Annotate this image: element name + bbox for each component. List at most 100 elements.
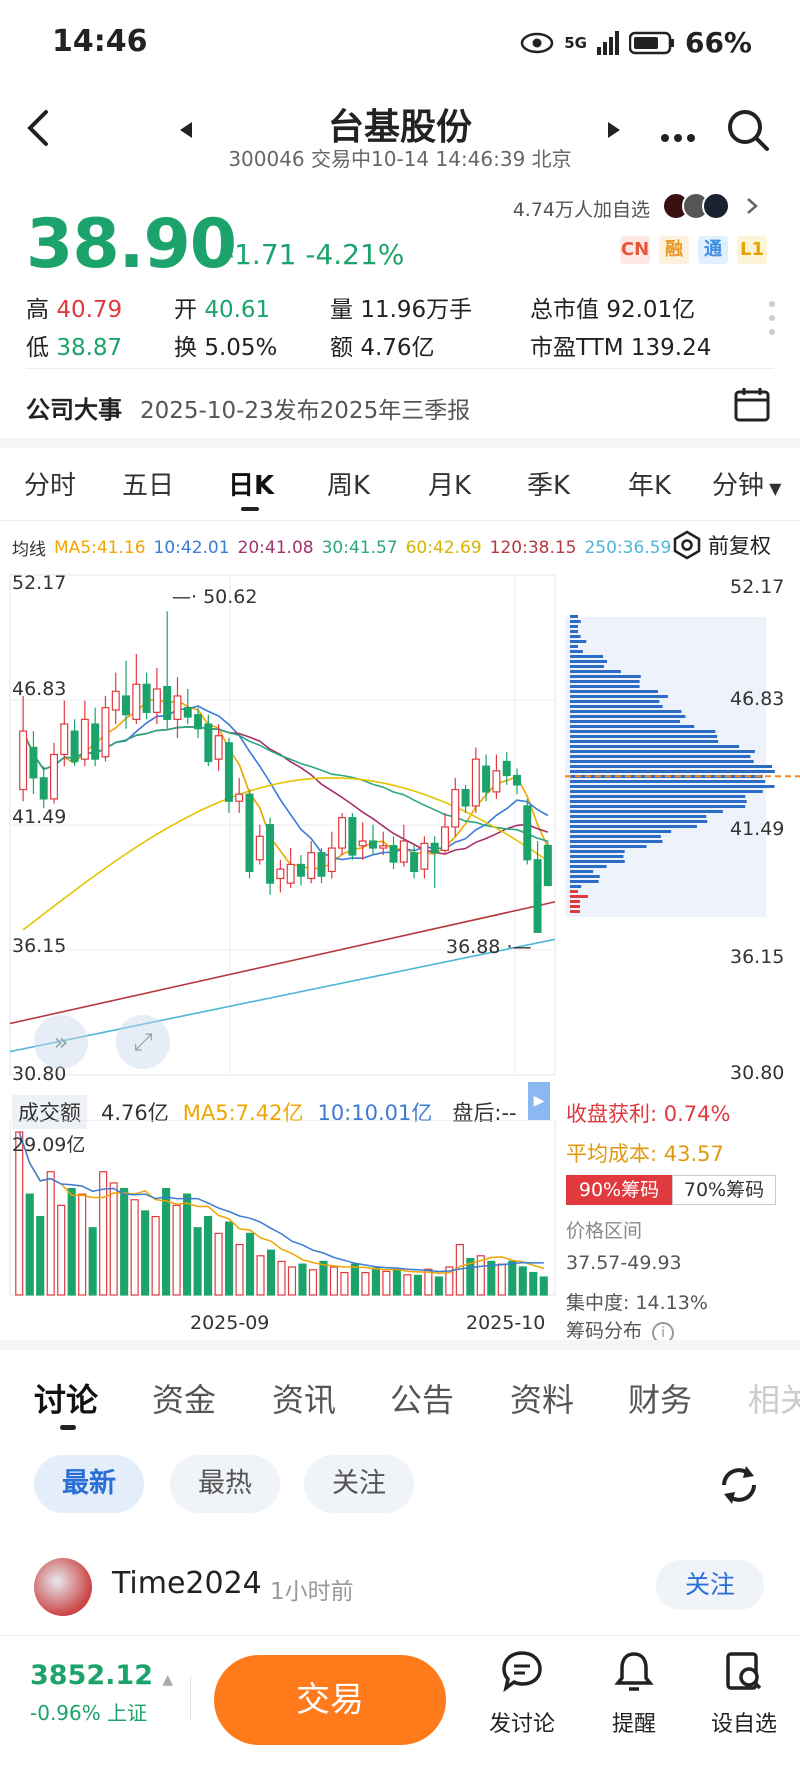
price-axis-right-4: 30.80: [730, 1062, 785, 1084]
chip-bar: [570, 895, 588, 898]
filter-follow[interactable]: 关注: [304, 1455, 414, 1513]
ma5-value: MA5:41.16: [54, 537, 146, 558]
candle-body: [338, 817, 347, 849]
eye-icon: [520, 32, 554, 53]
badge-connect[interactable]: 通: [698, 236, 728, 264]
refresh-button[interactable]: [716, 1462, 762, 1512]
search-button[interactable]: [726, 108, 770, 156]
candle-body: [19, 730, 28, 791]
chip-cost: 平均成本: 43.57: [566, 1138, 724, 1168]
chip-bar: [570, 810, 723, 813]
volume-value: 11.96万手: [360, 297, 473, 323]
battery-icon: [628, 31, 674, 54]
tab-related[interactable]: 相关: [748, 1375, 800, 1421]
filter-hot[interactable]: 最热: [170, 1455, 280, 1513]
volume-bar: [109, 1182, 118, 1296]
badge-cn[interactable]: CN: [620, 236, 650, 264]
quote-open: 开 40.61: [174, 290, 270, 324]
turnover-value: 5.05%: [204, 335, 278, 361]
quote-high: 高 40.79: [26, 290, 122, 324]
chip-bar: [570, 835, 661, 838]
volume-bar: [529, 1271, 538, 1296]
volume-bar: [287, 1266, 297, 1296]
tab-intraday[interactable]: 分时: [24, 465, 76, 502]
active-tab-indicator: [241, 507, 259, 511]
tab-daily-k[interactable]: 日K: [228, 465, 274, 502]
avatar: [702, 192, 730, 220]
calendar-button[interactable]: [734, 386, 770, 426]
volume-bar: [266, 1249, 276, 1296]
chip-panel-toggle[interactable]: ▶: [528, 1082, 550, 1120]
avatar[interactable]: [34, 1558, 92, 1616]
expand-left-button[interactable]: »: [34, 1015, 88, 1069]
quote-amount: 额 4.76亿: [330, 328, 435, 362]
alert-label: 提醒: [611, 1712, 656, 1737]
candle-body: [101, 707, 110, 758]
tab-yearly-k[interactable]: 年K: [628, 465, 671, 502]
chip-bar: [570, 910, 580, 913]
post-follow-button[interactable]: 关注: [656, 1560, 764, 1610]
add-watchlist-button[interactable]: 设自选: [704, 1650, 784, 1738]
post-username[interactable]: Time2024: [112, 1566, 262, 1601]
date-label-sep: 2025-09: [190, 1312, 270, 1334]
tab-five-day[interactable]: 五日: [122, 465, 174, 502]
follower-avatars[interactable]: [662, 192, 760, 220]
alert-button[interactable]: 提醒: [594, 1650, 674, 1738]
volume-ma5-line: [18, 1131, 545, 1275]
play-icon: ▶: [533, 1093, 545, 1109]
candle-body: [122, 695, 131, 716]
candle-body: [399, 840, 408, 863]
badge-l1[interactable]: L1: [737, 236, 767, 264]
quote-expand-handle[interactable]: [768, 300, 776, 340]
filter-latest[interactable]: 最新: [34, 1455, 144, 1513]
amount-value: 4.76亿: [360, 335, 435, 361]
open-value: 40.61: [204, 297, 271, 323]
event-text[interactable]: 2025-10-23发布2025年三季报: [140, 391, 470, 425]
tab-notice[interactable]: 公告: [390, 1375, 454, 1421]
tab-discuss[interactable]: 讨论: [34, 1375, 98, 1421]
adjust-button[interactable]: 前复权: [672, 530, 771, 560]
tab-quarterly-k[interactable]: 季K: [527, 465, 570, 502]
chip-bar: [570, 760, 754, 763]
section-gap: [0, 1340, 800, 1350]
expand-arrows-icon: ⤢: [133, 1028, 153, 1056]
badge-margin[interactable]: 融: [659, 236, 689, 264]
candle-body: [482, 765, 491, 793]
volume-bar: [193, 1227, 202, 1296]
divider: [26, 368, 774, 369]
next-stock-button[interactable]: [606, 122, 620, 142]
candle-body: [492, 770, 501, 793]
chip-dist-label: 筹码分布: [566, 1320, 643, 1342]
post-discussion-button[interactable]: 发讨论: [482, 1650, 562, 1738]
chip-bar: [570, 860, 625, 863]
tab-weekly-k[interactable]: 周K: [327, 465, 370, 502]
tab-profile[interactable]: 资料: [510, 1375, 574, 1421]
chip-bar: [570, 675, 641, 678]
chip-profit-value: 0.74%: [663, 1102, 731, 1126]
kline-chart[interactable]: [0, 565, 800, 1080]
tab-minute[interactable]: 分钟 ▼: [712, 465, 781, 502]
chip-tab-90[interactable]: 90%筹码: [566, 1175, 672, 1205]
chip-bar: [570, 830, 672, 833]
volume-bar: [235, 1243, 244, 1296]
candle-body: [533, 859, 542, 933]
candle-body: [317, 852, 326, 877]
volume-ma10-line: [18, 1131, 544, 1273]
chart-tabs: 分时 五日 日K 周K 月K 季K 年K 分钟 ▼: [0, 465, 800, 515]
trade-button[interactable]: 交易: [214, 1655, 446, 1745]
candle-body: [430, 842, 439, 854]
tab-monthly-k[interactable]: 月K: [428, 465, 471, 502]
index-ticker[interactable]: 3852.12 ▲ -0.96% 上证: [30, 1660, 173, 1726]
fullscreen-button[interactable]: ⤢: [116, 1015, 170, 1069]
volume-bar: [340, 1271, 349, 1296]
volume-bar: [151, 1215, 160, 1296]
chip-bar: [570, 720, 680, 723]
tab-news[interactable]: 资讯: [272, 1375, 336, 1421]
tab-funds[interactable]: 资金: [152, 1375, 216, 1421]
post-discussion-label: 发讨论: [488, 1712, 555, 1737]
more-button[interactable]: [660, 128, 696, 147]
tab-finance[interactable]: 财务: [628, 1375, 692, 1421]
chip-tab-70[interactable]: 70%筹码: [672, 1175, 776, 1205]
chip-profit-label: 收盘获利:: [566, 1102, 658, 1126]
event-label[interactable]: 公司大事: [26, 390, 122, 425]
